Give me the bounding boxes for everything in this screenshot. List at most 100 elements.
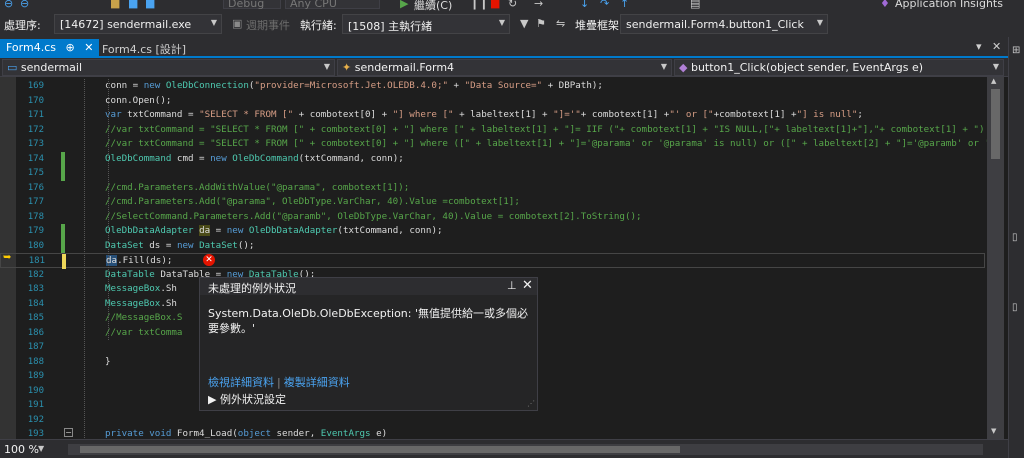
code-text[interactable]: conn.Open(); [105, 95, 171, 106]
code-text[interactable]: DataSet ds = new DataSet(); [105, 240, 254, 251]
close-all-icon[interactable]: ✕ [992, 40, 1001, 53]
app-insights-button[interactable]: Application Insights [895, 0, 1003, 10]
copy-details-link[interactable]: 複製詳細資料 [284, 376, 350, 389]
code-text[interactable]: //cmd.Parameters.AddWithValue("@parama",… [105, 182, 409, 193]
view-details-link[interactable]: 檢視詳細資料 [208, 376, 274, 389]
save-all-icon[interactable]: ■ [145, 0, 155, 10]
member-dropdown[interactable]: ◆ button1_Click(object sender, EventArgs… [674, 59, 1004, 76]
app-insights-icon[interactable]: ♦ [880, 0, 890, 10]
continue-button[interactable]: 繼續(C) [414, 0, 452, 11]
tab-overflow-icon[interactable]: ▾ [976, 40, 982, 53]
stack-frame-combo[interactable]: sendermail.Form4.button1_Click ▼ [620, 14, 828, 34]
vertical-scrollbar[interactable]: ▲ ▼ [987, 77, 1004, 439]
code-text[interactable]: conn = new OleDbConnection("provider=Mic… [105, 80, 603, 91]
thread-combo[interactable]: [1508] 主執行緒 ▼ [342, 14, 510, 34]
pin-icon[interactable]: ⊕ [65, 41, 74, 54]
code-text[interactable]: //var txtCommand = "SELECT * FROM [" + c… [105, 138, 990, 149]
code-text[interactable]: //var txtComma [105, 327, 182, 338]
new-project-icon[interactable]: ■ [110, 0, 120, 10]
chevron-down-icon[interactable]: ▼ [38, 444, 44, 453]
code-text[interactable]: da.Fill(ds); [106, 255, 172, 266]
continue-icon[interactable]: ▶ [400, 0, 408, 10]
code-line[interactable]: 193 private void Form4_Load(object sender… [0, 427, 985, 439]
config-value: Debug [228, 0, 265, 10]
config-combo[interactable]: Debug [223, 0, 281, 10]
code-text[interactable]: MessageBox.Sh [105, 298, 177, 309]
thread-label: 執行緒: [300, 19, 337, 32]
code-text[interactable]: var txtCommand = "SELECT * FROM [" + com… [105, 109, 863, 120]
tab-form4-designer[interactable]: Form4.cs [設計] [96, 39, 192, 56]
code-line[interactable]: 175 [0, 166, 985, 181]
code-text[interactable]: //SelectCommand.Parameters.Add("@paramb"… [105, 211, 642, 222]
class-dropdown[interactable]: ✦ sendermail.Form4 ▼ [337, 59, 672, 76]
exception-settings-toggle[interactable]: ▶ 例外狀況設定 [208, 391, 286, 407]
horizontal-scrollbar-thumb[interactable] [80, 446, 680, 453]
code-line[interactable]: 176 //cmd.Parameters.AddWithValue("@param… [0, 181, 985, 196]
code-line[interactable]: 179 OleDbDataAdapter da = new OleDbDataAd… [0, 224, 985, 239]
platform-combo[interactable]: Any CPU [285, 0, 380, 10]
scrollbar-thumb[interactable] [991, 89, 1000, 159]
diagnostic-tab-icon[interactable]: ▯ [1012, 232, 1022, 243]
lifecycle-icon[interactable]: ▣ [232, 17, 242, 30]
code-text[interactable]: //MessageBox.S [105, 312, 182, 323]
standard-toolbar: ⊖ ⊖ ■ ■ ■ Debug Any CPU ▶ 繼續(C) ❙❙ ■ ↻ →… [0, 0, 1024, 11]
code-line[interactable]: 169 conn = new OleDbConnection("provider=… [0, 79, 985, 94]
process-combo[interactable]: [14672] sendermail.exe ▼ [54, 14, 222, 34]
project-dropdown[interactable]: ▭ sendermail ▼ [2, 59, 335, 76]
code-line[interactable]: 170 conn.Open(); [0, 94, 985, 109]
stop-icon[interactable]: ■ [490, 0, 500, 10]
code-line[interactable]: 171 var txtCommand = "SELECT * FROM [" + … [0, 108, 985, 123]
code-line[interactable]: 173 //var txtCommand = "SELECT * FROM [" … [0, 137, 990, 152]
pin-icon[interactable]: ⊥ [507, 279, 517, 292]
scroll-up-icon[interactable]: ▲ [991, 77, 996, 85]
close-icon[interactable]: ✕ [522, 278, 533, 293]
code-line[interactable]: 180 DataSet ds = new DataSet(); [0, 238, 985, 253]
scroll-down-icon[interactable]: ▼ [991, 427, 996, 435]
step-into-icon[interactable]: ↓ [580, 0, 589, 10]
code-line[interactable]: 177 //cmd.Parameters.Add("@parama", OleDb… [0, 195, 985, 210]
comment-icon[interactable]: ▤ [690, 0, 700, 10]
change-indicator [61, 166, 65, 181]
navigation-bar: ▭ sendermail ▼ ✦ sendermail.Form4 ▼ ◆ bu… [0, 58, 1008, 77]
code-text[interactable]: private void Form4_Load(object sender, E… [105, 428, 387, 439]
code-text[interactable]: OleDbCommand cmd = new OleDbCommand(txtC… [105, 153, 404, 164]
restart-icon[interactable]: ↻ [508, 0, 517, 10]
error-icon[interactable]: ✕ [203, 254, 215, 266]
solution-explorer-icon[interactable]: ⊞ [1012, 45, 1022, 56]
zoom-level[interactable]: 100 % [4, 443, 39, 456]
lifecycle-label[interactable]: 週期事件 [246, 17, 290, 33]
properties-tab-icon[interactable]: ▯ [1012, 302, 1022, 313]
show-next-statement-icon[interactable]: → [534, 0, 543, 10]
code-line[interactable]: 172 //var txtCommand = "SELECT * FROM [" … [0, 123, 985, 138]
filter-icon[interactable]: ▼ [520, 17, 528, 30]
step-out-icon[interactable]: ↑ [620, 0, 629, 10]
line-number: 179 [27, 226, 44, 236]
save-icon[interactable]: ■ [128, 0, 138, 10]
line-number: 182 [27, 269, 44, 280]
line-number: 169 [27, 81, 44, 91]
tab-label: Form4.cs [設計] [102, 43, 187, 56]
collapse-icon[interactable]: − [64, 428, 73, 437]
code-line[interactable]: 181 da.Fill(ds); [0, 253, 985, 269]
code-line[interactable]: 192 [0, 413, 985, 428]
code-text[interactable]: //cmd.Parameters.Add("@parama", OleDbTyp… [105, 196, 520, 207]
flag-icon[interactable]: ⚑ [536, 17, 546, 30]
break-all-icon[interactable]: ❙❙ [470, 0, 488, 10]
line-number: 193 [27, 429, 44, 439]
thread-switch-icon[interactable]: ⇋ [556, 17, 565, 30]
back-icon[interactable]: ⊖ [4, 0, 13, 10]
resize-grip-icon[interactable]: ⋰ [527, 399, 535, 408]
chevron-right-icon: ▶ [208, 393, 217, 406]
code-text[interactable]: } [105, 356, 111, 367]
tab-form4-cs[interactable]: Form4.cs ⊕ ✕ [0, 39, 100, 56]
code-line[interactable]: 178 //SelectCommand.Parameters.Add("@para… [0, 210, 985, 225]
step-over-icon[interactable]: ↷ [600, 0, 609, 10]
close-icon[interactable]: ✕ [84, 41, 93, 54]
tab-label: Form4.cs [6, 41, 56, 54]
code-text[interactable]: OleDbDataAdapter da = new OleDbDataAdapt… [105, 225, 443, 236]
code-text[interactable]: //var txtCommand = "SELECT * FROM [" + c… [105, 124, 984, 135]
line-number: 190 [27, 385, 44, 396]
forward-icon[interactable]: ⊖ [20, 0, 29, 10]
code-line[interactable]: 174 OleDbCommand cmd = new OleDbCommand(t… [0, 151, 985, 166]
code-text[interactable]: MessageBox.Sh [105, 283, 177, 294]
